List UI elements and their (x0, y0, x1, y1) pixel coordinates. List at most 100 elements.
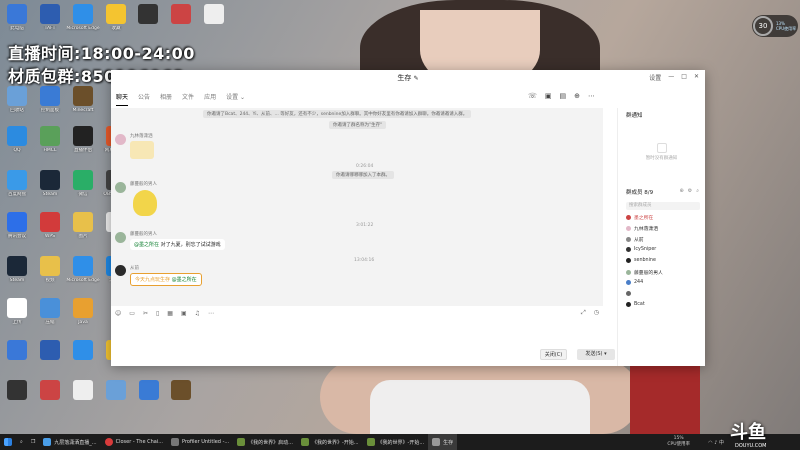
avatar[interactable] (115, 232, 126, 243)
desktop-icon[interactable] (0, 380, 34, 402)
desktop-icon[interactable] (132, 380, 166, 402)
phone-icon[interactable]: ☏ (528, 92, 537, 100)
tab-chat[interactable]: 聊天 (116, 92, 129, 106)
member-item[interactable]: 从前 (626, 236, 644, 243)
desktop-icon[interactable]: 回收站 (0, 86, 34, 114)
desktop-icon[interactable]: 微信 (66, 170, 100, 198)
desktop-icon[interactable] (33, 340, 67, 362)
desktop-icon[interactable]: 图片 (66, 212, 100, 240)
avatar[interactable] (115, 134, 126, 145)
emoji-icon[interactable]: ☺ (115, 310, 121, 317)
desktop-icon[interactable] (197, 4, 231, 26)
maximize-button[interactable]: □ (681, 73, 687, 82)
start-button[interactable] (0, 434, 16, 450)
taskbar-item[interactable]: 《我的世界》启动... (233, 434, 297, 450)
bell-icon[interactable]: ♫ (195, 310, 200, 317)
task-view-button[interactable]: ❐ (27, 434, 39, 450)
cpu-tray[interactable]: 15% CPU使用率 (667, 436, 690, 448)
desktop-icon[interactable]: 视频 (33, 256, 67, 284)
tab-settings[interactable]: 设置 ⌄ (226, 92, 245, 106)
desktop-icon[interactable] (131, 4, 165, 26)
expand-icon[interactable]: ⤢ (581, 309, 586, 317)
mention[interactable]: @墨之所在 (134, 242, 159, 248)
close-button[interactable]: 关闭(C) (540, 349, 567, 360)
member-item[interactable]: 藤蔓般的男人 (626, 269, 663, 276)
tab-notice[interactable]: 公告 (138, 92, 150, 106)
desktop-icon[interactable]: TAFT (33, 4, 67, 32)
taskbar-item[interactable]: Closer - The Chai... (101, 434, 167, 450)
desktop-icon[interactable]: 此电脑 (0, 4, 34, 32)
more-icon[interactable]: ⋯ (588, 92, 595, 100)
screen-share-icon[interactable]: ▤ (560, 92, 567, 100)
desktop-icon[interactable]: 百度网盘 (0, 170, 34, 198)
member-item[interactable]: senbnine (626, 258, 656, 263)
settings-button[interactable]: 设置 (649, 73, 661, 82)
tab-apps[interactable]: 应用 (204, 92, 216, 106)
chat-messages[interactable]: 你邀请了Bcat、244、Yi、从前、... 等好友，还有不少，senbnine… (111, 108, 603, 306)
desktop-icon[interactable] (33, 380, 67, 402)
folder-icon[interactable]: ▣ (181, 310, 187, 317)
desktop-icon[interactable] (0, 340, 34, 362)
tray-icons[interactable]: ◠ ♪ 中 (708, 439, 724, 446)
tab-files[interactable]: 文件 (182, 92, 194, 106)
taskbar-item-active[interactable]: 生存 (428, 434, 458, 450)
desktop-icon[interactable]: 控制面板 (33, 86, 67, 114)
edit-icon[interactable]: ✎ (414, 75, 419, 82)
taskbar-item[interactable]: 九层落潇洒直播_... (39, 434, 100, 450)
desktop-icon[interactable]: 收藏 (99, 4, 133, 32)
taskbar-item[interactable]: 《我的世界》-开始... (297, 434, 363, 450)
taskbar-item[interactable]: 《我的世界》-开始... (363, 434, 429, 450)
window-titlebar[interactable]: 生存 ✎ 设置 — □ ✕ (111, 70, 705, 86)
message-bubble[interactable]: @墨之所在 对了九夏，别忘了试试游戏 (130, 239, 225, 250)
member-item[interactable]: Bcat (626, 302, 645, 307)
desktop-icon[interactable] (99, 380, 133, 402)
desktop-icon[interactable] (66, 380, 100, 402)
member-item[interactable]: 九林落潇洒 (626, 225, 658, 232)
desktop-icon[interactable]: HMCL (33, 126, 67, 154)
desktop-icon[interactable] (66, 340, 100, 362)
avatar[interactable] (115, 265, 126, 276)
search-button[interactable]: ⌕ (16, 434, 27, 450)
more-icon[interactable]: ⋯ (208, 310, 214, 317)
video-icon[interactable]: ▣ (545, 92, 552, 100)
desktop-icon[interactable]: Microsoft Edge (66, 4, 100, 32)
member-item[interactable]: 244 (626, 280, 643, 285)
sticker-image[interactable] (133, 190, 157, 216)
desktop-icon[interactable]: QQ (0, 126, 34, 154)
desktop-icon[interactable]: 直播伴侣 (66, 126, 100, 154)
add-member-icon[interactable]: ⊕ (680, 188, 684, 194)
desktop-icon[interactable]: Steam (33, 170, 67, 198)
chevron-down-icon[interactable]: ▾ (604, 351, 607, 357)
history-icon[interactable]: ◷ (594, 309, 599, 317)
message-bubble[interactable]: 今天九点玩生存 @墨之所在 (130, 273, 202, 286)
add-member-icon[interactable]: ⊕ (574, 92, 580, 100)
scissor-icon[interactable]: ✂ (143, 310, 148, 317)
image-icon[interactable]: ▦ (167, 310, 173, 317)
file-icon[interactable]: ▯ (156, 310, 159, 317)
search-icon[interactable]: ⌕ (696, 188, 699, 194)
desktop-icon[interactable]: Steam (0, 256, 34, 284)
desktop-icon[interactable]: Java (66, 298, 100, 326)
desktop-icon[interactable]: WPS (33, 212, 67, 240)
avatar[interactable] (115, 182, 126, 193)
close-window-button[interactable]: ✕ (694, 73, 699, 82)
tab-album[interactable]: 相册 (160, 92, 172, 106)
member-item[interactable]: 墨之所在 (626, 214, 653, 221)
desktop-icon[interactable]: Minecraft (66, 86, 100, 114)
taskbar-item[interactable]: Profiler Untitled -... (167, 434, 233, 450)
screenshot-icon[interactable]: ▭ (129, 310, 135, 317)
member-item[interactable] (626, 291, 634, 296)
desktop-icon[interactable]: 腾讯会议 (0, 212, 34, 240)
send-button[interactable]: 发送(S) ▾ (577, 349, 615, 360)
mention[interactable]: @墨之所在 (172, 277, 197, 283)
desktop-icon[interactable]: 上传 (0, 298, 34, 326)
desktop-icon[interactable] (164, 380, 198, 402)
message-input[interactable]: 关闭(C) 发送(S) ▾ (111, 320, 615, 366)
minimize-button[interactable]: — (668, 73, 674, 82)
desktop-icon[interactable] (164, 4, 198, 26)
desktop-icon[interactable]: 压缩 (33, 298, 67, 326)
settings-icon[interactable]: ⚙ (688, 188, 692, 194)
desktop-icon[interactable]: Microsoft Edge (66, 256, 100, 284)
member-search-input[interactable]: 搜索群成员 (626, 202, 700, 210)
sticker-image[interactable] (130, 141, 154, 159)
